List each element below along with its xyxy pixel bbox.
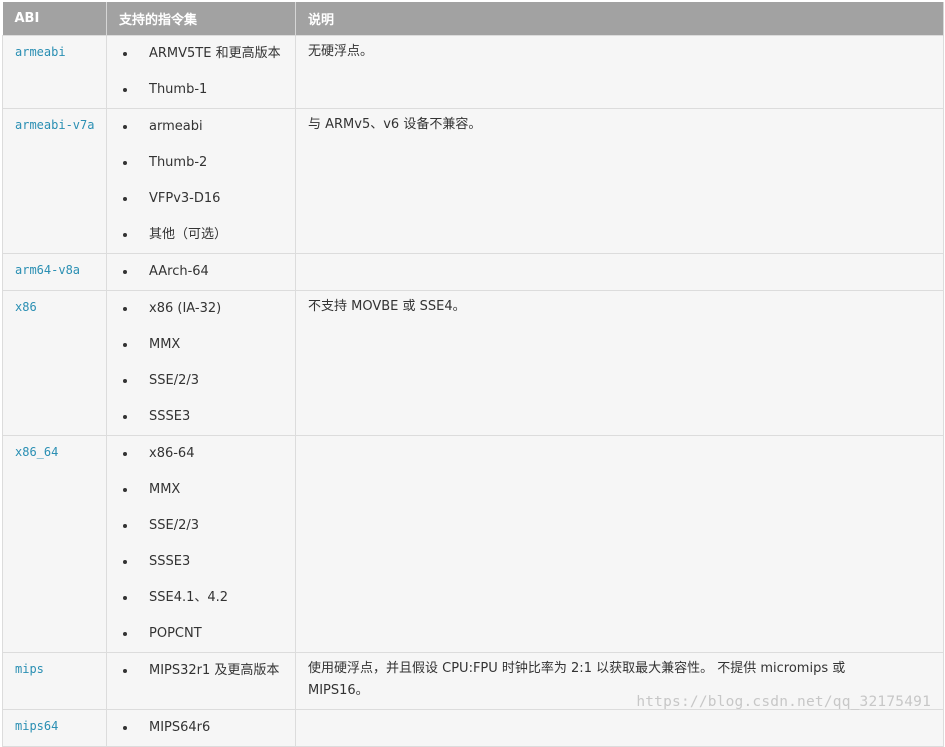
list-item: Thumb-2 [119, 145, 295, 181]
list-item: AArch-64 [119, 254, 295, 290]
list-item: 其他（可选） [119, 217, 295, 253]
notes-cell: 无硬浮点。 [295, 34, 944, 109]
instruction-set-cell: x86-64 MMX SSE/2/3 SSSE3 SSE4.1、4.2 POPCNT [106, 434, 296, 653]
instruction-set-list: x86-64 MMX SSE/2/3 SSSE3 SSE4.1、4.2 POPCNT [119, 436, 295, 652]
list-item: SSSE3 [119, 399, 295, 435]
list-item: VFPv3-D16 [119, 181, 295, 217]
list-item: MMX [119, 472, 295, 508]
table-row: armeabi-v7a armeabi Thumb-2 VFPv3-D16 其他（可选）… [2, 107, 944, 254]
instruction-set-list: ARMV5TE 和更高版本 Thumb-1 [119, 36, 295, 108]
abi-name-cell: x86_64 [2, 434, 107, 653]
instruction-set-list: MIPS32r1 及更高版本 [119, 653, 295, 689]
abi-name-cell: armeabi [2, 34, 107, 109]
list-item: SSE4.1、4.2 [119, 580, 295, 616]
list-item: armeabi [119, 109, 295, 145]
list-item: SSE/2/3 [119, 363, 295, 399]
notes-cell [295, 252, 944, 291]
abi-name-cell: x86 [2, 289, 107, 436]
list-item: MIPS64r6 [119, 710, 295, 746]
instruction-set-cell: ARMV5TE 和更高版本 Thumb-1 [106, 34, 296, 109]
notes-cell [295, 708, 944, 747]
list-item: SSE/2/3 [119, 508, 295, 544]
table-row: mips64 MIPS64r6 [2, 708, 944, 747]
list-item: x86-64 [119, 436, 295, 472]
instruction-set-cell: MIPS32r1 及更高版本 [106, 651, 296, 710]
table-row: x86_64 x86-64 MMX SSE/2/3 SSSE3 SSE4.1、4.2 POP… [2, 434, 944, 653]
list-item: x86 (IA-32) [119, 291, 295, 327]
instruction-set-cell: MIPS64r6 [106, 708, 296, 747]
list-item: MIPS32r1 及更高版本 [119, 653, 295, 689]
abi-name-cell: arm64-v8a [2, 252, 107, 291]
instruction-set-list: armeabi Thumb-2 VFPv3-D16 其他（可选） [119, 109, 295, 253]
notes-cell: 与 ARMv5、v6 设备不兼容。 [295, 107, 944, 254]
table-body: armeabi ARMV5TE 和更高版本 Thumb-1 无硬浮点。 armeabi-… [2, 34, 944, 747]
list-item: Thumb-1 [119, 72, 295, 108]
abi-table: ABI 支持的指令集 说明 armeabi ARMV5TE 和更高版本 Thumb-… [2, 2, 944, 747]
list-item: SSSE3 [119, 544, 295, 580]
list-item: POPCNT [119, 616, 295, 652]
table-header: ABI 支持的指令集 说明 [2, 2, 944, 35]
notes-cell: 不支持 MOVBE 或 SSE4。 [295, 289, 944, 436]
instruction-set-list: MIPS64r6 [119, 710, 295, 746]
instruction-set-list: x86 (IA-32) MMX SSE/2/3 SSSE3 [119, 291, 295, 435]
instruction-set-cell: AArch-64 [106, 252, 296, 291]
notes-cell [295, 434, 944, 653]
instruction-set-list: AArch-64 [119, 254, 295, 290]
instruction-set-cell: armeabi Thumb-2 VFPv3-D16 其他（可选） [106, 107, 296, 254]
abi-name-cell: mips [2, 651, 107, 710]
table-row: x86 x86 (IA-32) MMX SSE/2/3 SSSE3 不支持 MOVBE 或… [2, 289, 944, 436]
watermark: https://blog.csdn.net/qq_32175491 [636, 694, 931, 710]
header-notes: 说明 [295, 2, 944, 35]
header-instruction-sets: 支持的指令集 [106, 2, 296, 35]
table-row: armeabi ARMV5TE 和更高版本 Thumb-1 无硬浮点。 [2, 34, 944, 109]
table-row: arm64-v8a AArch-64 [2, 252, 944, 291]
abi-name-cell: mips64 [2, 708, 107, 747]
instruction-set-cell: x86 (IA-32) MMX SSE/2/3 SSSE3 [106, 289, 296, 436]
list-item: MMX [119, 327, 295, 363]
header-abi: ABI [2, 2, 107, 35]
list-item: ARMV5TE 和更高版本 [119, 36, 295, 72]
abi-name-cell: armeabi-v7a [2, 107, 107, 254]
